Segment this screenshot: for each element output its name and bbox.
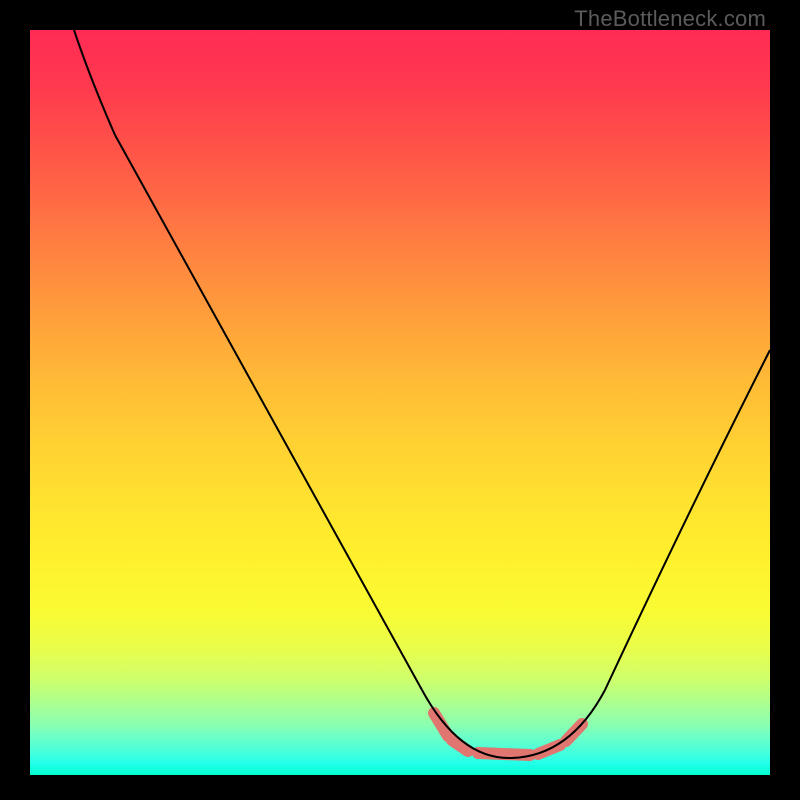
bottleneck-curve xyxy=(74,30,770,758)
watermark-text: TheBottleneck.com xyxy=(574,6,766,32)
gradient-plot-area xyxy=(30,30,770,775)
curve-svg xyxy=(30,30,770,775)
chart-frame: TheBottleneck.com xyxy=(0,0,800,800)
pink-marker-band xyxy=(434,713,582,755)
